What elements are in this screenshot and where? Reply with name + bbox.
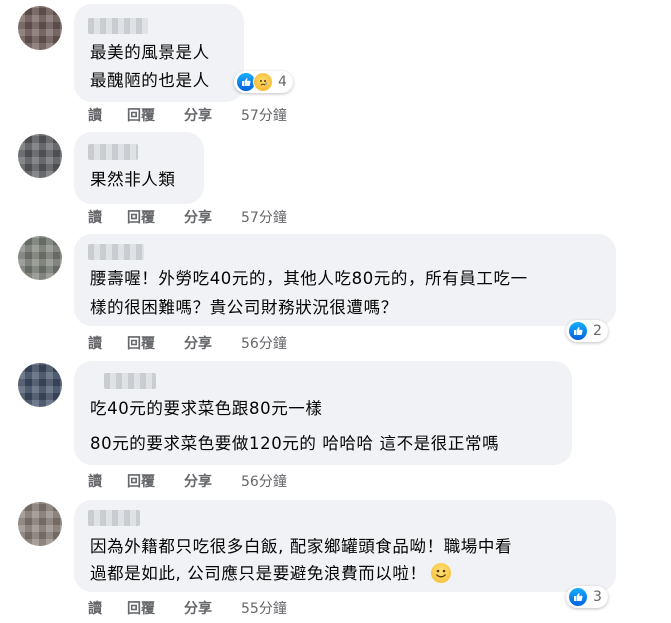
reaction-summary[interactable]: 2 (566, 320, 608, 342)
timestamp[interactable]: 55分鐘 (241, 598, 287, 618)
reaction-count: 4 (278, 74, 287, 90)
comment-text-line: 最美的風景是人 (90, 43, 210, 62)
read-button[interactable]: 讀 (88, 105, 102, 125)
comment-bubble: 最美的風景是人 最醜陋的也是人 (74, 4, 244, 102)
share-button[interactable]: 分享 (184, 471, 212, 491)
comment-text-line: 過都是如此, 公司應只是要避免浪費而以啦！ (90, 563, 451, 585)
share-button[interactable]: 分享 (184, 105, 212, 125)
reply-button[interactable]: 回覆 (127, 207, 155, 227)
smiley-emoji-icon (430, 563, 451, 583)
commenter-name-blurred[interactable] (104, 373, 156, 389)
reaction-summary[interactable]: 3 (566, 586, 608, 608)
comment-bubble: 腰壽喔！外勞吃40元的，其他人吃80元的，所有員工吃一 樣的很困難嗎？貴公司財務… (74, 234, 616, 326)
share-button[interactable]: 分享 (184, 207, 212, 227)
reaction-count: 2 (593, 323, 602, 339)
reply-button[interactable]: 回覆 (127, 598, 155, 618)
like-icon (568, 321, 588, 341)
timestamp[interactable]: 57分鐘 (241, 207, 287, 227)
comment-text-line: 腰壽喔！外勞吃40元的，其他人吃80元的，所有員工吃一 (90, 269, 528, 288)
avatar[interactable] (18, 6, 62, 50)
read-button[interactable]: 讀 (88, 207, 102, 227)
comment-text: 過都是如此, 公司應只是要避免浪費而以啦！ (90, 564, 427, 583)
comment-bubble: 果然非人類 (74, 132, 204, 204)
like-icon (568, 587, 588, 607)
commenter-name-blurred[interactable] (88, 18, 148, 34)
read-button[interactable]: 讀 (88, 598, 102, 618)
comment-text-line: 80元的要求菜色要做120元的 哈哈哈 這不是很正常嗎 (90, 434, 500, 453)
comment-text-line: 最醜陋的也是人 (90, 71, 210, 90)
share-button[interactable]: 分享 (184, 598, 212, 618)
avatar[interactable] (18, 236, 62, 280)
avatar[interactable] (18, 502, 62, 546)
share-button[interactable]: 分享 (184, 333, 212, 353)
reaction-count: 3 (593, 589, 602, 605)
reaction-summary[interactable]: 4 (234, 71, 293, 93)
comment-text-line: 吃40元的要求菜色跟80元一樣 (90, 399, 323, 418)
commenter-name-blurred[interactable] (88, 144, 138, 160)
comment-text-line: 果然非人類 (90, 170, 176, 189)
reply-button[interactable]: 回覆 (127, 105, 155, 125)
read-button[interactable]: 讀 (88, 471, 102, 491)
sad-icon (253, 72, 273, 92)
comment-bubble: 吃40元的要求菜色跟80元一樣 80元的要求菜色要做120元的 哈哈哈 這不是很… (74, 361, 572, 465)
reply-button[interactable]: 回覆 (127, 471, 155, 491)
avatar[interactable] (18, 134, 62, 178)
comment-text-line: 樣的很困難嗎？貴公司財務狀況很遭嗎？ (90, 298, 398, 317)
read-button[interactable]: 讀 (88, 333, 102, 353)
timestamp[interactable]: 56分鐘 (241, 471, 287, 491)
avatar[interactable] (18, 363, 62, 407)
commenter-name-blurred[interactable] (88, 244, 144, 260)
reply-button[interactable]: 回覆 (127, 333, 155, 353)
timestamp[interactable]: 57分鐘 (241, 105, 287, 125)
comment-text-line: 因為外籍都只吃很多白飯, 配家鄉罐頭食品呦！職場中看 (90, 537, 513, 556)
comment-bubble: 因為外籍都只吃很多白飯, 配家鄉罐頭食品呦！職場中看 過都是如此, 公司應只是要… (74, 500, 616, 592)
commenter-name-blurred[interactable] (88, 510, 140, 526)
timestamp[interactable]: 56分鐘 (241, 333, 287, 353)
